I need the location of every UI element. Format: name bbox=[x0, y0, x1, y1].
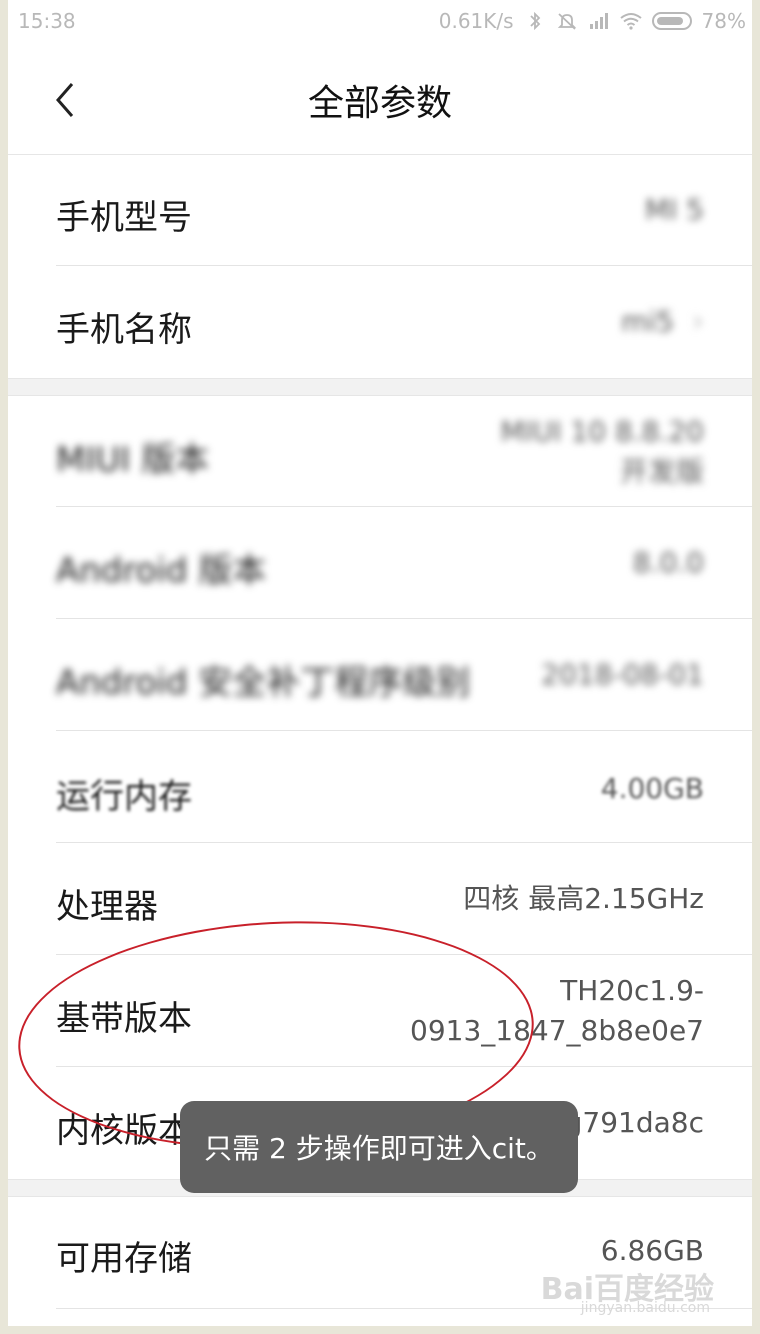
list-item-miui-version: MIUI 版本 MIUI 10 8.8.20 开发版 bbox=[8, 396, 752, 506]
status-time: 15:38 bbox=[18, 9, 76, 33]
row-label: 手机型号 bbox=[56, 198, 192, 238]
list-item-android-version: Android 版本 8.0.0 bbox=[8, 507, 752, 619]
chevron-right-icon: › bbox=[692, 304, 704, 339]
list-item-phone-model: 手机型号 MI 5 bbox=[8, 154, 752, 266]
row-label: MIUI 版本 bbox=[56, 440, 210, 480]
row-label: 手机名称 bbox=[56, 310, 192, 350]
row-value: 4.00GB bbox=[600, 772, 704, 805]
row-value: 2018-08-01 bbox=[541, 658, 704, 691]
phone-screen: 15:38 0.61K/s 78% 全部参数 手机型号 MI 5 手机名称 mi… bbox=[8, 0, 752, 1326]
status-icons: 0.61K/s 78% bbox=[439, 9, 746, 33]
row-label: Android 安全补丁程序级别 bbox=[56, 663, 471, 703]
row-label: Android 版本 bbox=[56, 551, 267, 591]
row-label: 可用存储 bbox=[56, 1239, 192, 1279]
row-label: 运行内存 bbox=[56, 777, 192, 817]
wifi-icon bbox=[619, 13, 642, 30]
network-speed: 0.61K/s bbox=[438, 9, 514, 33]
row-value-line: MIUI 10 8.8.20 bbox=[500, 415, 704, 448]
section-gap bbox=[8, 378, 752, 396]
header-bar: 全部参数 bbox=[8, 44, 752, 155]
status-bar: 15:38 0.61K/s 78% bbox=[8, 0, 752, 44]
list-item-ram: 运行内存 4.00GB bbox=[8, 731, 752, 843]
toast-message: 只需 2 步操作即可进入cit。 bbox=[180, 1101, 578, 1193]
row-value-line: 开发版 bbox=[619, 455, 704, 488]
baidu-watermark-url: jingyan.baidu.com bbox=[580, 1300, 710, 1316]
row-value: 8.0.0 bbox=[632, 546, 704, 579]
row-value-line: TH20c1.9- bbox=[560, 974, 704, 1007]
battery-icon bbox=[651, 12, 692, 30]
row-label: 处理器 bbox=[56, 887, 158, 927]
page-title: 全部参数 bbox=[307, 83, 452, 124]
list-item-security-patch: Android 安全补丁程序级别 2018-08-01 bbox=[8, 619, 752, 731]
row-value: MIUI 10 8.8.20 开发版 bbox=[500, 412, 704, 492]
mute-bell-icon bbox=[557, 13, 576, 30]
list-item-phone-name[interactable]: 手机名称 mi5 › bbox=[8, 266, 752, 378]
bluetooth-icon bbox=[529, 12, 540, 30]
row-value: mi5 bbox=[621, 305, 674, 338]
battery-percent: 78% bbox=[701, 9, 746, 33]
row-value: 四核 最高2.15GHz bbox=[463, 882, 704, 915]
signal-icon bbox=[589, 13, 608, 29]
row-value-group: mi5 › bbox=[621, 302, 704, 342]
row-value: MI 5 bbox=[644, 193, 704, 226]
